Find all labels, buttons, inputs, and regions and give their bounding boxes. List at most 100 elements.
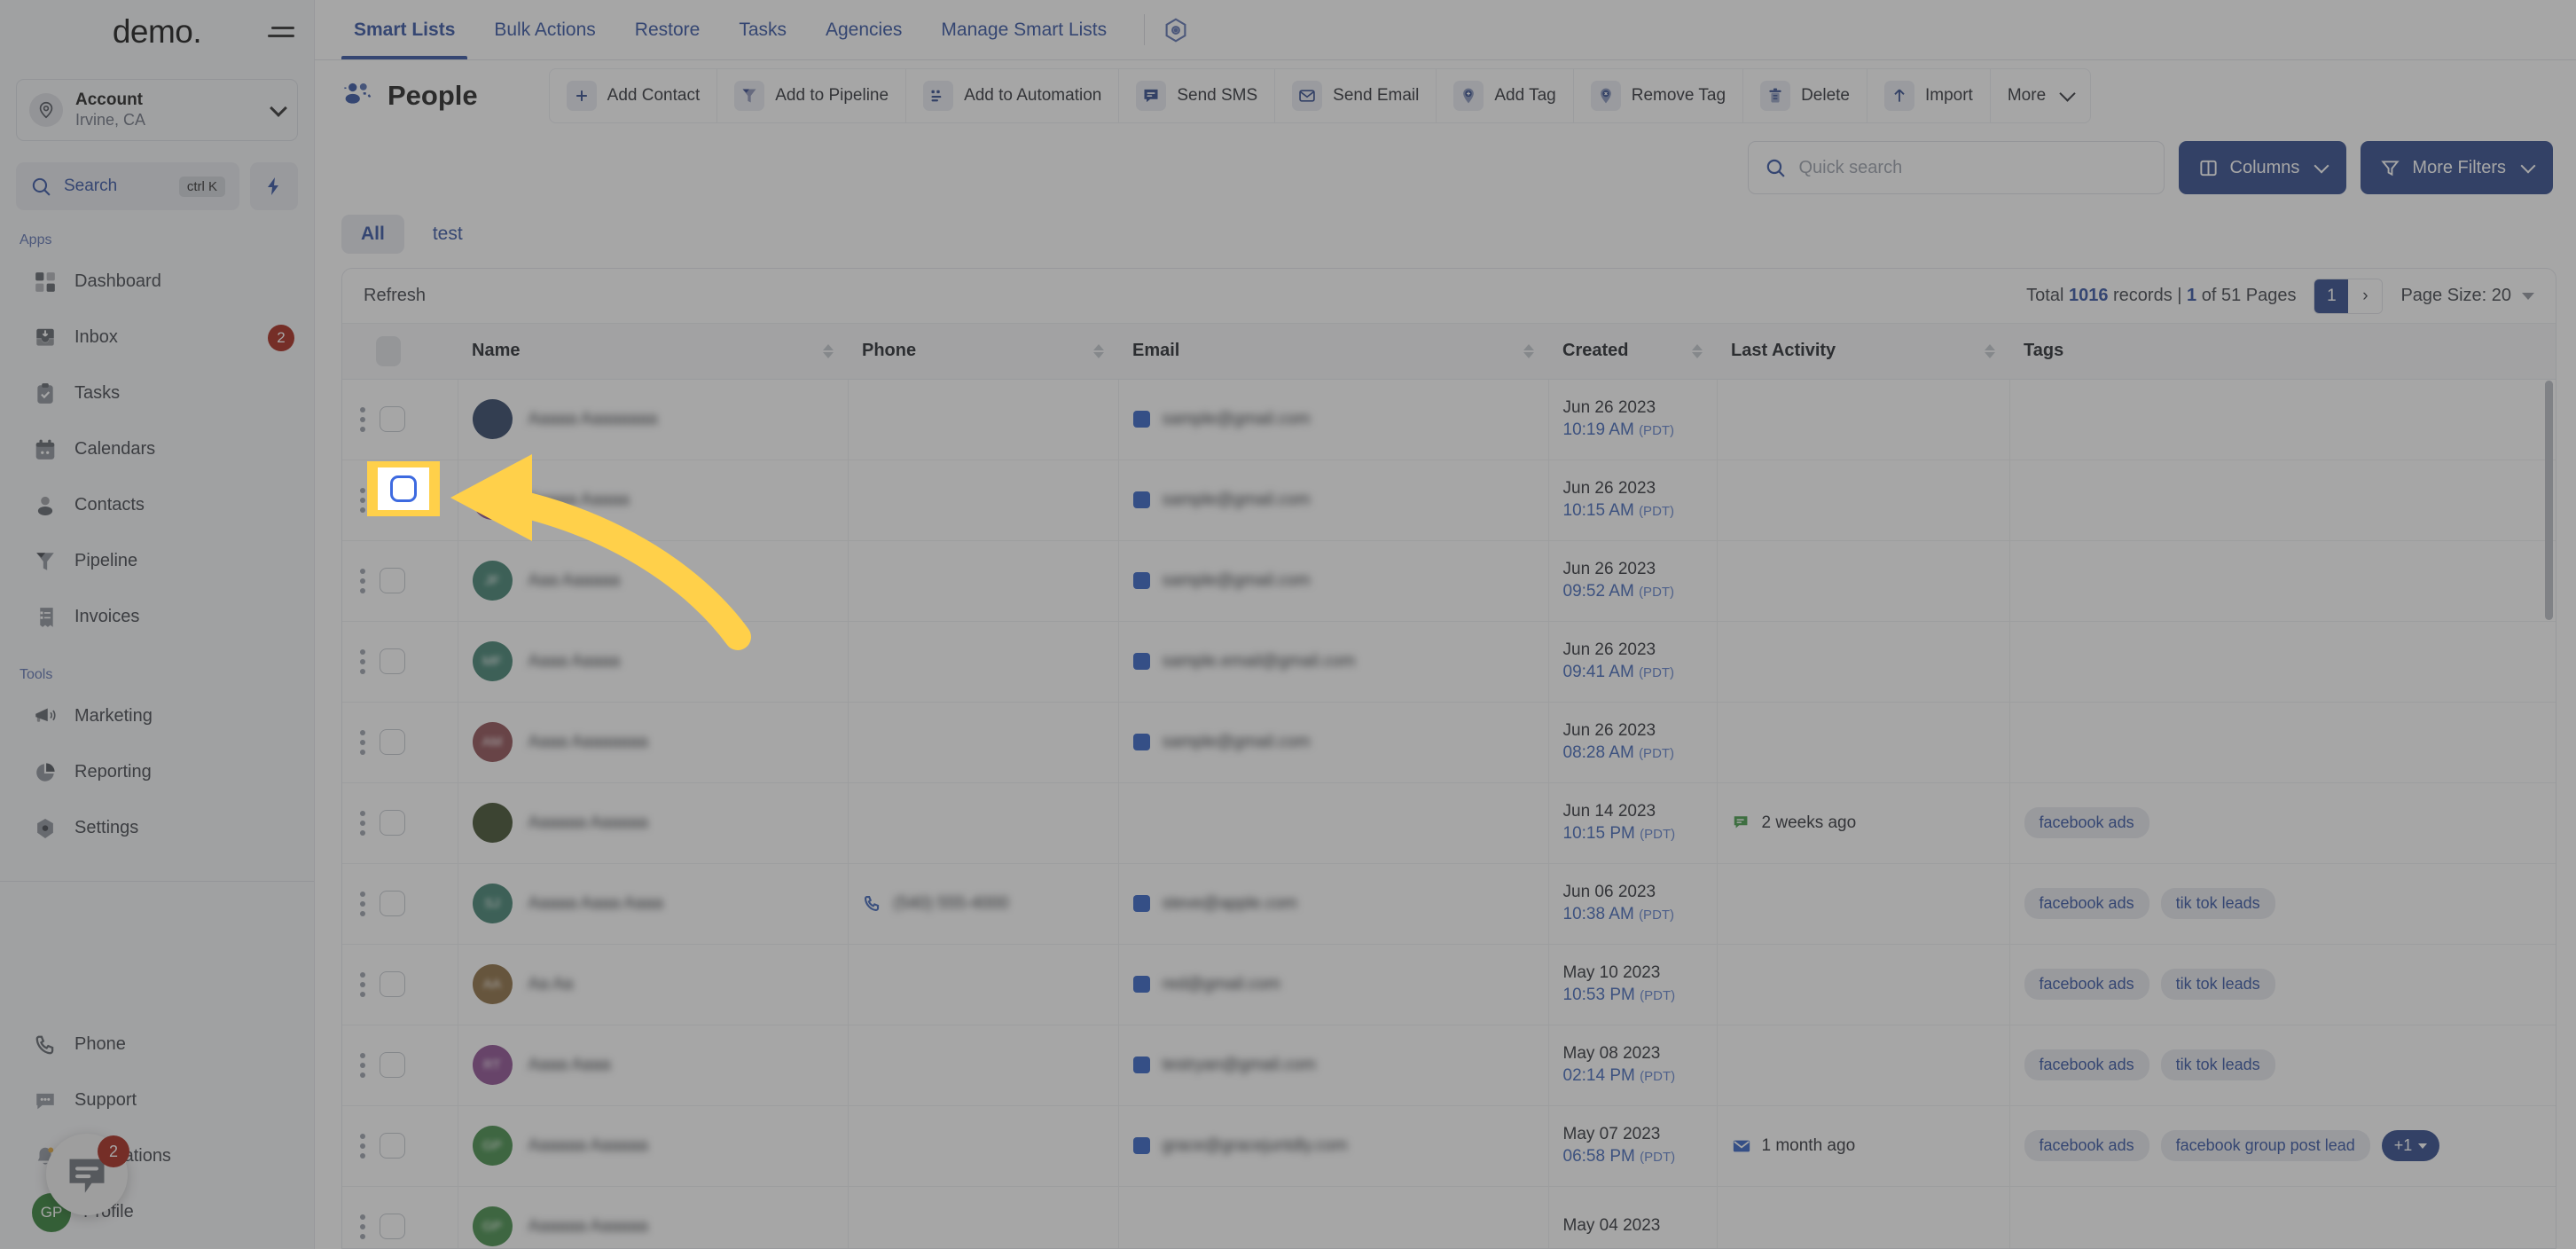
sidebar-item-invoices[interactable]: Invoices — [0, 589, 314, 645]
drag-handle-icon[interactable] — [360, 810, 365, 836]
quick-search-box[interactable] — [1747, 141, 2165, 194]
th-last-activity[interactable]: Last Activity — [1717, 324, 2009, 380]
tag-chip[interactable]: tik tok leads — [2160, 969, 2275, 1000]
send-sms-button[interactable]: Send SMS — [1118, 68, 1275, 123]
th-phone[interactable]: Phone — [848, 324, 1118, 380]
search-button[interactable]: Search ctrl K — [16, 162, 239, 210]
row-select-checkbox[interactable] — [380, 810, 405, 836]
remove-tag-button[interactable]: Remove Tag — [1572, 68, 1743, 123]
tag-chip[interactable]: tik tok leads — [2160, 888, 2275, 919]
tag-chip[interactable]: facebook group post lead — [2160, 1130, 2370, 1161]
tag-chip[interactable]: facebook ads — [2024, 807, 2149, 838]
table-row[interactable]: AM Aaaa Aaaaaaaa sample@gmail.com Jun 26 20… — [342, 702, 2556, 783]
smart-list-tab-test[interactable]: test — [413, 215, 482, 254]
table-row[interactable]: GP Aaaaaa Aaaaaa May 04 2023 — [342, 1186, 2556, 1248]
sort-icon[interactable] — [1523, 343, 1534, 358]
page-size-selector[interactable]: Page Size: 20 — [2400, 286, 2534, 306]
import-button[interactable]: Import — [1866, 68, 1990, 123]
tab-manage-smart-lists[interactable]: Manage Smart Lists — [921, 0, 1126, 59]
tag-chip[interactable]: facebook ads — [2024, 1049, 2149, 1080]
add-to-pipeline-button[interactable]: Add to Pipeline — [716, 68, 906, 123]
sidebar-item-settings[interactable]: Settings — [0, 800, 314, 856]
quick-actions-button[interactable] — [250, 162, 298, 210]
row-select-checkbox[interactable] — [380, 406, 405, 432]
drag-handle-icon[interactable] — [360, 1052, 365, 1078]
delete-button[interactable]: Delete — [1742, 68, 1867, 123]
row-select-checkbox[interactable] — [380, 568, 405, 593]
cell-name[interactable]: AM Aaaa Aaaaaaaa — [458, 702, 849, 783]
row-select-checkbox[interactable] — [380, 1133, 405, 1159]
sidebar-item-phone[interactable]: Phone — [0, 1017, 314, 1072]
table-row[interactable]: Aaaaaa Aaaaaa Jun 14 2023 10:15 PM (PDT) 2 … — [342, 782, 2556, 864]
tag-chip[interactable]: tik tok leads — [2160, 1049, 2275, 1080]
select-all-checkbox[interactable] — [376, 335, 401, 366]
cell-name[interactable]: GP Aaaaaa Aaaaaa — [458, 1105, 849, 1187]
th-email[interactable]: Email — [1118, 324, 1548, 380]
more-filters-button[interactable]: More Filters — [2361, 141, 2553, 194]
row-select-checkbox[interactable] — [380, 1214, 405, 1239]
sidebar-collapse-toggle[interactable] — [268, 20, 298, 44]
table-row[interactable]: AA Aa Aa red@gmail.com May 10 2023 10:53 PM … — [342, 944, 2556, 1025]
table-row[interactable]: RT Aaaa Aaaa testryan@gmail.com May 08 2023… — [342, 1025, 2556, 1106]
sort-icon[interactable] — [1985, 343, 1995, 358]
tab-tasks[interactable]: Tasks — [719, 0, 806, 59]
row-select-checkbox[interactable] — [380, 729, 405, 755]
sort-icon[interactable] — [1692, 343, 1703, 358]
tab-smart-lists[interactable]: Smart Lists — [334, 0, 474, 59]
page-button-current[interactable]: 1 — [2314, 279, 2349, 313]
sidebar-item-contacts[interactable]: Contacts — [0, 477, 314, 533]
cell-name[interactable]: MF Aaaa Aaaaa — [458, 621, 849, 703]
table-row[interactable]: JF Aaa Aaaaaa sample@gmail.com Jun 26 2023 0… — [342, 540, 2556, 622]
table-row[interactable]: SJ Aaaaa Aaaa Aaaa (540) 555-4000 steve@app… — [342, 863, 2556, 945]
cell-name[interactable]: SJ Aaaaa Aaaa Aaaa — [458, 863, 849, 945]
drag-handle-icon[interactable] — [360, 891, 365, 916]
drag-handle-icon[interactable] — [360, 971, 365, 997]
table-row[interactable]: AA Aaaaa Aaaaa sample@gmail.com Jun 26 2023… — [342, 460, 2556, 541]
sidebar-item-reporting[interactable]: Reporting — [0, 744, 314, 800]
row-select-checkbox[interactable] — [380, 971, 405, 997]
table-row[interactable]: Aaaaa Aaaaaaaa sample@gmail.com Jun 26 202… — [342, 379, 2556, 460]
cell-name[interactable]: JF Aaa Aaaaaa — [458, 540, 849, 622]
table-row[interactable]: MF Aaaa Aaaaa sample.email@gmail.com Jun 26… — [342, 621, 2556, 703]
grid-vertical-scrollbar[interactable] — [2545, 381, 2553, 1243]
add-tag-button[interactable]: Add Tag — [1436, 68, 1573, 123]
sidebar-item-dashboard[interactable]: Dashboard — [0, 254, 314, 310]
tag-chip[interactable]: facebook ads — [2024, 969, 2149, 1000]
sidebar-item-support[interactable]: Support — [0, 1072, 314, 1128]
sidebar-item-inbox[interactable]: Inbox 2 — [0, 310, 314, 365]
tag-chip[interactable]: facebook ads — [2024, 1130, 2149, 1161]
row-select-checkbox[interactable] — [380, 648, 405, 674]
table-row[interactable]: GP Aaaaaa Aaaaaa grace@gracejuntdly.com May… — [342, 1105, 2556, 1187]
columns-button[interactable]: Columns — [2178, 141, 2347, 194]
account-switcher[interactable]: Account Irvine, CA — [16, 79, 298, 141]
add-contact-button[interactable]: Add Contact — [548, 68, 717, 123]
cell-name[interactable]: RT Aaaa Aaaa — [458, 1025, 849, 1106]
tab-restore[interactable]: Restore — [615, 0, 720, 59]
smart-list-tab-all[interactable]: All — [341, 215, 404, 254]
cell-name[interactable]: Aaaaa Aaaaaaaa — [458, 379, 849, 460]
add-to-automation-button[interactable]: Add to Automation — [905, 68, 1119, 123]
drag-handle-icon[interactable] — [360, 729, 365, 755]
next-page-button[interactable]: › — [2348, 279, 2383, 313]
cell-name[interactable]: GP Aaaaaa Aaaaaa — [458, 1186, 849, 1248]
drag-handle-icon[interactable] — [360, 406, 365, 432]
send-email-button[interactable]: Send Email — [1274, 68, 1437, 123]
scrollbar-thumb[interactable] — [2545, 381, 2553, 620]
cell-name[interactable]: AA Aaaaa Aaaaa — [458, 460, 849, 541]
drag-handle-icon[interactable] — [360, 1133, 365, 1159]
tag-chip[interactable]: facebook ads — [2024, 888, 2149, 919]
th-created[interactable]: Created — [1548, 324, 1717, 380]
drag-handle-icon[interactable] — [360, 1214, 365, 1239]
refresh-button[interactable]: Refresh — [364, 286, 426, 306]
sidebar-item-pipeline[interactable]: Pipeline — [0, 533, 314, 589]
drag-handle-icon[interactable] — [360, 648, 365, 674]
sidebar-item-marketing[interactable]: Marketing — [0, 688, 314, 744]
tab-agencies[interactable]: Agencies — [806, 0, 921, 59]
smart-list-settings-button[interactable] — [1163, 0, 1189, 59]
sidebar-item-profile[interactable]: GP Profile — [0, 1184, 314, 1240]
cell-name[interactable]: AA Aa Aa — [458, 944, 849, 1025]
drag-handle-icon[interactable] — [360, 487, 365, 513]
sort-icon[interactable] — [1093, 343, 1104, 358]
sidebar-item-calendars[interactable]: Calendars — [0, 421, 314, 477]
drag-handle-icon[interactable] — [360, 568, 365, 593]
